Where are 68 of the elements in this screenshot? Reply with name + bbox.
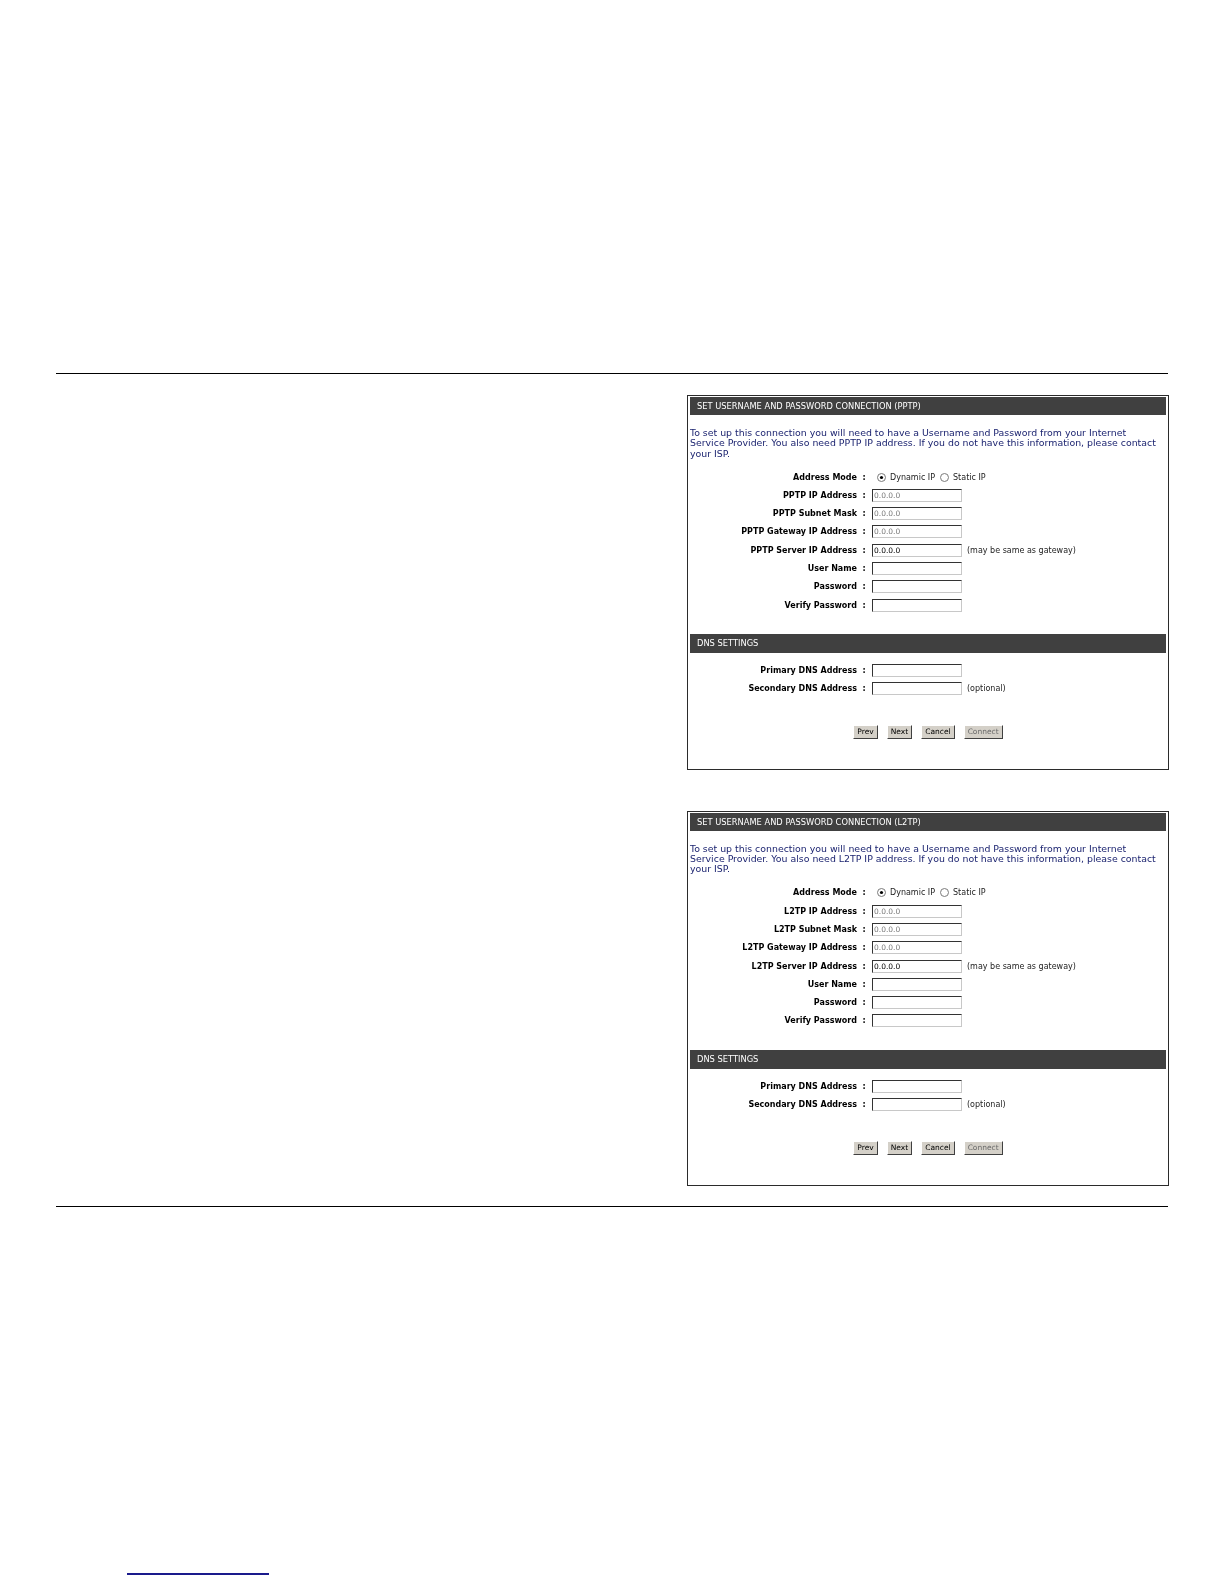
colon-text: : bbox=[861, 582, 867, 592]
text-field[interactable] bbox=[872, 562, 962, 575]
text-field[interactable] bbox=[872, 580, 962, 594]
text-field[interactable] bbox=[872, 682, 962, 696]
hint-text: (may be same as gateway) bbox=[967, 545, 1076, 555]
field-label: Password bbox=[812, 582, 857, 592]
field-label: L2TP Server IP Address bbox=[750, 961, 857, 971]
colon-text: : bbox=[861, 665, 867, 675]
field-label: PPTP Gateway IP Address bbox=[740, 527, 857, 537]
radio-label: Dynamic IP bbox=[890, 472, 935, 482]
section-header: DNS SETTINGS bbox=[690, 1050, 1166, 1070]
colon-text: : bbox=[861, 684, 867, 694]
colon-text: : bbox=[861, 509, 867, 519]
colon-text: : bbox=[861, 1081, 867, 1091]
field-label: Primary DNS Address bbox=[759, 1081, 857, 1091]
field-label: PPTP IP Address bbox=[782, 490, 857, 500]
text-field[interactable] bbox=[872, 1014, 962, 1028]
radio-button[interactable] bbox=[940, 888, 949, 898]
radio-button[interactable] bbox=[877, 888, 886, 898]
colon-text: : bbox=[861, 490, 867, 500]
field-label: User Name bbox=[806, 564, 857, 573]
colon-text: : bbox=[861, 906, 867, 916]
colon-text: : bbox=[861, 1016, 867, 1026]
field-label: Address Mode bbox=[792, 888, 857, 898]
colon-text: : bbox=[861, 564, 867, 573]
colon-text: : bbox=[861, 961, 867, 971]
field-label: L2TP Subnet Mask bbox=[772, 925, 857, 934]
text-field[interactable] bbox=[872, 1079, 962, 1093]
colon-text: : bbox=[861, 1100, 867, 1110]
field-label: PPTP Subnet Mask bbox=[771, 509, 857, 519]
colon-text: : bbox=[861, 979, 867, 989]
colon-text: : bbox=[861, 527, 867, 537]
field-label: Secondary DNS Address bbox=[747, 684, 857, 694]
field-label: PPTP Server IP Address bbox=[749, 545, 857, 555]
text-field[interactable] bbox=[872, 977, 962, 991]
section-header: SET USERNAME AND PASSWORD CONNECTION (L2TP) bbox=[690, 812, 1166, 831]
text-field[interactable] bbox=[872, 996, 962, 1010]
field-label: Secondary DNS Address bbox=[747, 1100, 857, 1110]
radio-label: Static IP bbox=[953, 472, 986, 482]
colon-text: : bbox=[861, 472, 867, 482]
text-field[interactable] bbox=[872, 598, 962, 612]
field-label: Password bbox=[812, 998, 857, 1008]
field-label: Verify Password bbox=[783, 600, 857, 610]
hint-text: (optional) bbox=[967, 1100, 1006, 1110]
colon-text: : bbox=[861, 998, 867, 1008]
radio-label: Dynamic IP bbox=[890, 888, 935, 898]
field-label: User Name bbox=[806, 979, 857, 989]
hint-text: (optional) bbox=[967, 684, 1006, 694]
field-label: Address Mode bbox=[792, 472, 857, 482]
text-field[interactable] bbox=[872, 1098, 962, 1112]
radio-button[interactable] bbox=[940, 472, 949, 482]
field-label: L2TP Gateway IP Address bbox=[741, 943, 857, 953]
radio-label: Static IP bbox=[953, 888, 986, 898]
colon-text: : bbox=[861, 545, 867, 555]
text-field[interactable] bbox=[872, 663, 962, 677]
colon-text: : bbox=[861, 888, 867, 898]
section-header: DNS SETTINGS bbox=[690, 634, 1166, 654]
instructions-text: To set up this connection you will need to have a Username and Password from your Internet Service Provider. You also need L2TP IP address. If you do not have this information, please contact your ISP. bbox=[690, 843, 1157, 875]
colon-text: : bbox=[861, 943, 867, 953]
instructions-text: To set up this connection you will need to have a Username and Password from your Internet Service Provider. You also need PPTP IP address. If you do not have this information, please contact your ISP. bbox=[690, 428, 1157, 459]
field-label: L2TP IP Address bbox=[783, 906, 857, 916]
colon-text: : bbox=[861, 925, 867, 934]
field-label: Verify Password bbox=[783, 1016, 857, 1026]
colon-text: : bbox=[861, 600, 867, 610]
radio-button[interactable] bbox=[877, 472, 886, 482]
section-header: SET USERNAME AND PASSWORD CONNECTION (PPTP) bbox=[690, 397, 1166, 415]
field-label: Primary DNS Address bbox=[759, 665, 857, 675]
hint-text: (may be same as gateway) bbox=[967, 961, 1076, 971]
